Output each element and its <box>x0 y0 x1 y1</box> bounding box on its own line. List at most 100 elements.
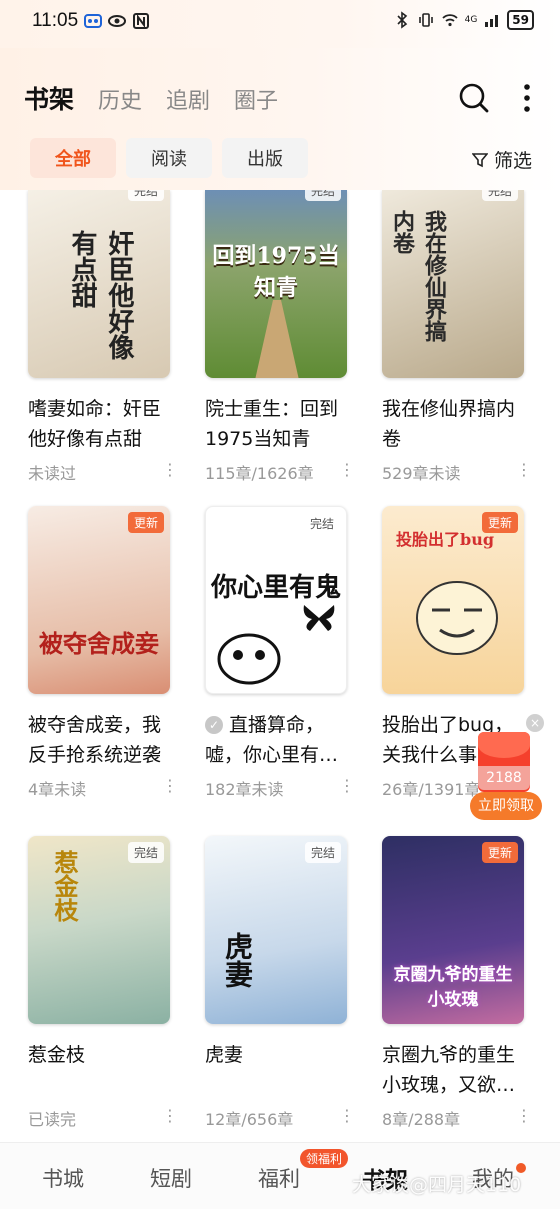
more-icon[interactable]: ⋮ <box>339 460 355 479</box>
book-card[interactable]: 完结 奸臣他好像有点甜 嗜妻如命：奸臣他好像有点甜 未读过 ⋮ <box>28 190 178 484</box>
status-badge: 更新 <box>127 512 164 533</box>
book-title[interactable]: 院士重生：回到1975当知青 <box>205 394 355 454</box>
book-card[interactable]: 完结 你心里有鬼 ✓ 直播算命，嘘，你心里有… 182章未读 ⋮ <box>205 506 355 800</box>
watermark: 大家谈@四月天110 <box>352 1174 522 1196</box>
welfare-badge: 领福利 <box>300 1149 349 1168</box>
book-cover[interactable]: 完结 虎妻 <box>205 836 347 1024</box>
vibrate-icon <box>418 13 433 27</box>
top-tabs: 书架 历史 追剧 圈子 <box>24 80 278 116</box>
status-badge: 完结 <box>304 842 341 863</box>
status-badge: 完结 <box>481 190 518 201</box>
book-cover[interactable]: 更新 京圈九爷的重生小玫瑰 <box>382 836 524 1024</box>
book-progress: 8章/288章 ⋮ <box>382 1106 532 1129</box>
status-bar: 11:05 4G 59 <box>0 0 560 48</box>
filter-button[interactable]: 筛选 <box>471 146 532 173</box>
cover-title: 虎妻 <box>221 932 254 988</box>
more-icon[interactable]: ⋮ <box>162 776 178 795</box>
book-card[interactable]: 更新 被夺舍成妾 被夺舍成妾，我反手抢系统逆袭 4章未读 ⋮ <box>28 506 178 800</box>
book-progress: 4章未读 ⋮ <box>28 776 178 799</box>
status-badge: 完结 <box>127 190 164 201</box>
more-vertical-icon[interactable] <box>522 82 532 114</box>
red-envelope-promo[interactable]: × 2188 立即领取 <box>470 712 550 822</box>
book-card[interactable]: 更新 京圈九爷的重生小玫瑰 京圈九爷的重生小玫瑰，又欲… 8章/288章 ⋮ <box>382 836 532 1130</box>
eye-icon <box>108 15 126 27</box>
meme-face-illustration <box>416 581 498 655</box>
book-progress: 12章/656章 ⋮ <box>205 1106 355 1129</box>
book-title[interactable]: 我在修仙界搞内卷 <box>382 394 532 454</box>
book-cover[interactable]: 完结 回到1975当知青 <box>205 190 347 378</box>
nav-bookstore[interactable]: 书城 <box>42 1163 84 1193</box>
face-illustration <box>217 633 281 685</box>
book-card[interactable]: 完结 惹金枝 惹金枝 已读完 ⋮ <box>28 836 178 1130</box>
check-icon: ✓ <box>205 716 223 734</box>
close-icon[interactable]: × <box>526 714 544 732</box>
cover-title: 奸臣他好像有点甜 <box>67 230 134 360</box>
book-progress: 未读过 ⋮ <box>28 460 178 483</box>
tab-circle[interactable]: 圈子 <box>234 83 278 115</box>
book-title[interactable]: 惹金枝 <box>28 1040 178 1100</box>
filter-chips: 全部 阅读 出版 <box>30 138 308 178</box>
book-grid: 完结 奸臣他好像有点甜 嗜妻如命：奸臣他好像有点甜 未读过 ⋮ 完结 回到1975… <box>0 190 560 1142</box>
promo-amount: 2188 <box>478 766 530 790</box>
cover-title: 京圈九爷的重生小玫瑰 <box>393 965 513 1010</box>
book-card[interactable]: 完结 虎妻 虎妻 12章/656章 ⋮ <box>205 836 355 1130</box>
book-cover[interactable]: 完结 你心里有鬼 <box>205 506 347 694</box>
nav-short-drama[interactable]: 短剧 <box>150 1163 192 1193</box>
signal-icon <box>485 15 499 27</box>
link-icon <box>84 14 102 28</box>
funnel-icon <box>471 152 488 167</box>
chip-published[interactable]: 出版 <box>222 138 308 178</box>
bluetooth-icon <box>397 11 407 29</box>
butterfly-icon <box>303 605 335 631</box>
book-card[interactable]: 完结 我在修仙界搞内卷 我在修仙界搞内卷 529章未读 ⋮ <box>382 190 532 484</box>
book-card[interactable]: 完结 回到1975当知青 院士重生：回到1975当知青 115章/1626章 ⋮ <box>205 190 355 484</box>
battery-indicator: 59 <box>507 10 534 30</box>
more-icon[interactable]: ⋮ <box>516 1106 532 1125</box>
book-title[interactable]: 被夺舍成妾，我反手抢系统逆袭 <box>28 710 178 770</box>
cover-title: 你心里有鬼 <box>210 573 341 603</box>
status-badge: 完结 <box>304 190 341 201</box>
more-icon[interactable]: ⋮ <box>516 460 532 479</box>
wifi-icon <box>441 14 458 27</box>
book-progress: 已读完 ⋮ <box>28 1106 178 1129</box>
network-type: 4G <box>464 15 478 25</box>
tab-drama[interactable]: 追剧 <box>166 83 210 115</box>
more-icon[interactable]: ⋮ <box>162 460 178 479</box>
status-badge: 完结 <box>303 513 340 534</box>
book-cover[interactable]: 完结 奸臣他好像有点甜 <box>28 190 170 378</box>
cover-title: 我在修仙界搞内卷 <box>389 210 447 342</box>
status-badge: 更新 <box>481 842 518 863</box>
book-progress: 115章/1626章 ⋮ <box>205 460 355 483</box>
book-cover[interactable]: 更新 被夺舍成妾 <box>28 506 170 694</box>
tab-bookshelf[interactable]: 书架 <box>24 80 74 116</box>
book-cover[interactable]: 更新 投胎出了bug <box>382 506 524 694</box>
book-title[interactable]: 嗜妻如命：奸臣他好像有点甜 <box>28 394 178 454</box>
cover-title: 回到1975当知青 <box>212 243 340 301</box>
more-icon[interactable]: ⋮ <box>339 776 355 795</box>
more-icon[interactable]: ⋮ <box>339 1106 355 1125</box>
book-title[interactable]: 京圈九爷的重生小玫瑰，又欲… <box>382 1040 532 1100</box>
book-progress: 529章未读 ⋮ <box>382 460 532 483</box>
tab-history[interactable]: 历史 <box>98 83 142 115</box>
book-cover[interactable]: 完结 我在修仙界搞内卷 <box>382 190 524 378</box>
book-title[interactable]: 虎妻 <box>205 1040 355 1100</box>
book-title[interactable]: ✓ 直播算命，嘘，你心里有… <box>205 710 355 770</box>
status-right: 4G 59 <box>393 10 534 30</box>
filter-label: 筛选 <box>493 150 532 172</box>
envelope-flap <box>478 732 530 758</box>
nfc-icon <box>133 13 149 29</box>
cover-title: 投胎出了bug <box>396 530 495 549</box>
more-icon[interactable]: ⋮ <box>162 1106 178 1125</box>
nav-welfare[interactable]: 福利 <box>258 1163 300 1193</box>
status-left-icons <box>84 12 150 30</box>
book-cover[interactable]: 完结 惹金枝 <box>28 836 170 1024</box>
cover-title: 惹金枝 <box>50 850 79 922</box>
chip-all[interactable]: 全部 <box>30 138 116 178</box>
search-icon[interactable] <box>458 82 490 114</box>
chip-reading[interactable]: 阅读 <box>126 138 212 178</box>
claim-button[interactable]: 立即领取 <box>470 792 542 820</box>
status-badge: 完结 <box>127 842 164 863</box>
header: 书架 历史 追剧 圈子 全部 阅读 出版 筛选 <box>0 48 560 190</box>
path-illustration <box>255 300 299 378</box>
cover-title: 被夺舍成妾 <box>39 629 159 658</box>
